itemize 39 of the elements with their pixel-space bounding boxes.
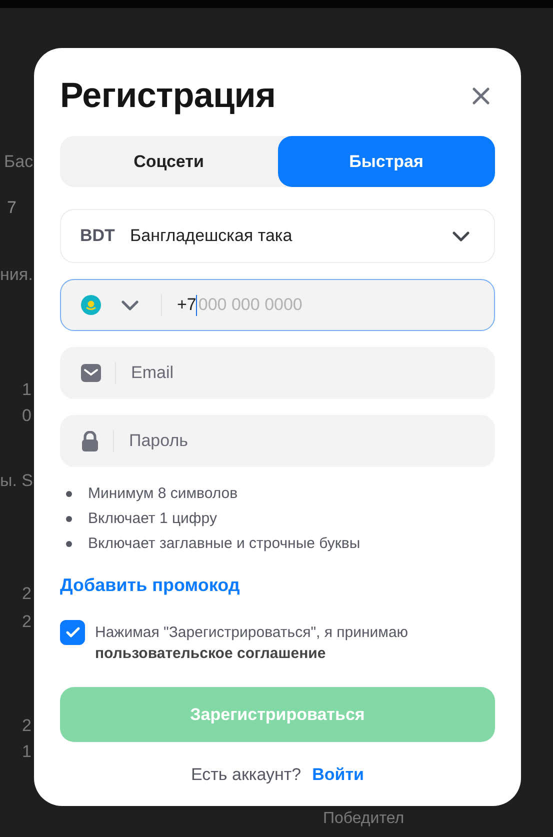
phone-field[interactable]: +7 000 000 0000 (60, 279, 495, 331)
promo-code-link[interactable]: Добавить промокод (60, 575, 240, 596)
background-text: ния. (0, 264, 33, 286)
tab[interactable]: Соцсети (60, 136, 278, 187)
close-icon[interactable] (472, 87, 490, 105)
password-input[interactable]: Пароль (129, 431, 476, 451)
background-text: Победител (323, 810, 404, 828)
lock-icon (81, 430, 99, 452)
login-prompt: Есть аккаунт? (190, 765, 302, 785)
background-text: 1 (22, 379, 32, 401)
agreement-text: Нажимая "Зарегистрироваться", я принимаю пользовательское соглашение (95, 623, 410, 664)
flag-icon (81, 295, 101, 315)
phone-input[interactable]: 000 000 0000 (197, 295, 476, 315)
background-text: 0 (22, 405, 32, 427)
login-link[interactable]: Войти (312, 765, 364, 785)
phone-code: +7 (177, 295, 196, 315)
dialog-title: Регистрация (60, 76, 276, 116)
tab[interactable]: Быстрая (278, 136, 495, 187)
currency-name: Бангладешская така (130, 226, 294, 246)
background-text: 2 (22, 611, 32, 633)
password-rule: Включает 1 цифру (88, 510, 217, 527)
background-text: 7 (7, 197, 16, 219)
password-rule: Минимум 8 символов (88, 485, 238, 502)
background-text: ы. S (0, 470, 34, 492)
password-rule: Включает заглавные и строчные буквы (88, 535, 360, 552)
agreement-checkbox[interactable] (60, 620, 85, 645)
envelope-icon (81, 364, 101, 382)
background-text: Бас (4, 151, 34, 173)
background-text: 1 (22, 741, 32, 763)
email-input[interactable]: Email (131, 363, 476, 383)
email-field[interactable]: Email (60, 347, 495, 399)
currency-select[interactable]: BDT Бангладешская така (60, 209, 495, 263)
background-text: 2 (22, 583, 32, 605)
password-field[interactable]: Пароль (60, 415, 495, 467)
checkmark-icon (66, 627, 80, 638)
chevron-down-icon (452, 230, 470, 242)
chevron-down-icon[interactable] (121, 300, 139, 310)
background-text: 2 (22, 715, 32, 737)
currency-code: BDT (80, 226, 115, 246)
